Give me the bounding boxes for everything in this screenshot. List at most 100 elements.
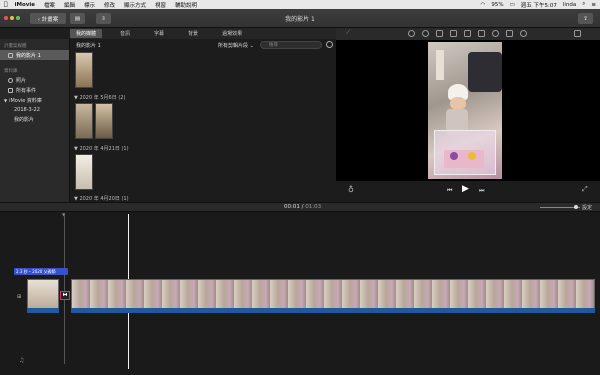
- transition-icon[interactable]: ⧓: [60, 291, 70, 300]
- tab-my-media[interactable]: 我的媒體: [70, 29, 103, 38]
- menu-window[interactable]: 視窗: [155, 1, 166, 9]
- library-tabs: 我的媒體 音訊 字幕 背景 過場效果: [70, 28, 336, 39]
- volume-icon[interactable]: [464, 30, 471, 37]
- sidebar-item-my-movie[interactable]: 我的影片: [0, 114, 69, 124]
- sidebar-section-project-media: 計畫案媒體: [4, 44, 27, 49]
- fullscreen-icon[interactable]: ⤢: [582, 185, 588, 194]
- media-thumbnail[interactable]: [75, 52, 93, 88]
- sidebar-item-label: 2018-3-22: [14, 106, 40, 113]
- sidebar-item-imovie-library[interactable]: ▼ iMovie 資料庫: [0, 95, 69, 105]
- menu-bar:  iMovie 檔案 編輯 標示 修改 顯示方式 視窗 輔助說明 ◠ 95% …: [0, 0, 600, 9]
- sidebar-item-all-events[interactable]: 所有事件: [0, 85, 69, 95]
- skimmer-line: [64, 214, 65, 364]
- menu-list-icon[interactable]: ≡: [591, 2, 596, 8]
- total-time: 01:03: [305, 204, 322, 210]
- sidebar-item-label: 我的影片: [14, 116, 35, 123]
- user-name[interactable]: linda: [563, 2, 576, 8]
- tab-backgrounds[interactable]: 背景: [182, 29, 204, 38]
- battery-percent[interactable]: 95%: [491, 2, 503, 8]
- wifi-icon[interactable]: ◠: [481, 2, 486, 8]
- sidebar-item-photos[interactable]: 照片: [0, 75, 69, 85]
- date-group-header[interactable]: ▼ 2020 年 5月6日 (2): [74, 94, 125, 101]
- music-note-icon: ♫: [19, 357, 25, 364]
- audio-waveform-first[interactable]: [27, 308, 59, 313]
- video-viewer[interactable]: [336, 40, 600, 181]
- clip-filter-icon[interactable]: [506, 30, 513, 37]
- skip-back-icon[interactable]: ⏮: [447, 187, 452, 195]
- disclosure-triangle-icon[interactable]: ▼: [4, 98, 7, 103]
- sidebar-item-label: iMovie 資料庫: [9, 97, 42, 104]
- skip-forward-icon[interactable]: ⏭: [479, 187, 484, 195]
- current-time: 00:01: [284, 204, 300, 210]
- menu-help[interactable]: 輔助說明: [175, 1, 197, 9]
- media-thumbnail[interactable]: [75, 103, 93, 139]
- zoom-slider-handle[interactable]: [574, 205, 578, 209]
- status-area: ◠ 95% ▭ 週五 下午5:07 linda ⌕ ≡: [475, 1, 596, 9]
- microphone-icon[interactable]: ♁: [348, 185, 354, 194]
- audio-waveform-main[interactable]: [71, 308, 595, 313]
- timecode: 00:01 / 01:03: [284, 204, 322, 210]
- search-icon[interactable]: ⌕: [582, 1, 585, 8]
- play-icon[interactable]: ▶: [462, 184, 469, 194]
- projects-back-button[interactable]: ‹ 計畫案: [30, 13, 66, 24]
- playback-controls: ♁ ⏮ ▶ ⏭ ⤢: [336, 181, 600, 202]
- search-input[interactable]: 搜尋: [260, 41, 322, 49]
- noise-reduction-icon[interactable]: [478, 30, 485, 37]
- toy-peg-purple: [450, 152, 458, 160]
- tab-titles[interactable]: 字幕: [148, 29, 170, 38]
- sidebar-item-project[interactable]: 我的影片 1: [0, 50, 69, 60]
- sofa: [468, 52, 502, 92]
- date-group-header[interactable]: ▼ 2020 年 4月21日 (1): [74, 145, 129, 152]
- sidebar-section-libraries: 資料庫: [4, 69, 18, 74]
- clip-filter-dropdown[interactable]: 所有剪輯片段 ⌄: [218, 42, 254, 49]
- skimmer-head-icon: ▼: [62, 212, 66, 217]
- timeline-header: 00:01 / 01:03 設定: [0, 202, 600, 212]
- film-icon: [8, 52, 13, 58]
- info-icon[interactable]: [520, 30, 527, 37]
- share-button[interactable]: ⇪: [578, 13, 593, 24]
- minimize-window-icon[interactable]: [10, 16, 14, 20]
- video-frame: [428, 42, 502, 179]
- stabilization-icon[interactable]: [450, 30, 457, 37]
- clip-title-badge[interactable]: 2.3 秒 – 2020 父親節: [14, 268, 68, 275]
- menu-edit[interactable]: 編輯: [64, 1, 75, 9]
- media-browser: 我的影片 1 所有剪輯片段 ⌄ 搜尋 ▼ 2020 年 5月6日 (2) ▼ 2…: [70, 39, 336, 202]
- gear-icon[interactable]: [326, 41, 333, 48]
- zoom-window-icon[interactable]: [16, 16, 20, 20]
- speed-icon[interactable]: [492, 30, 499, 37]
- viewer-adjustment-bar: ⟋: [336, 28, 600, 40]
- date-group-header[interactable]: ▼ 2020 年 4月20日 (1): [74, 195, 129, 202]
- color-correction-icon[interactable]: [422, 30, 429, 37]
- tab-audio[interactable]: 音訊: [114, 29, 136, 38]
- tab-transitions[interactable]: 過場效果: [216, 29, 248, 38]
- timeline[interactable]: ▼ 2.3 秒 – 2020 父親節 ⊞ ⧓ ♫: [0, 212, 600, 375]
- sidebar-item-label: 所有事件: [16, 87, 37, 94]
- media-thumbnail[interactable]: [75, 154, 93, 190]
- menu-file[interactable]: 檔案: [44, 1, 55, 9]
- library-list-toggle-button[interactable]: ▤: [70, 13, 85, 24]
- menu-mark[interactable]: 標示: [84, 1, 95, 9]
- reset-all-button[interactable]: [574, 30, 581, 37]
- apple-menu-icon[interactable]: : [4, 1, 8, 8]
- sidebar: 計畫案媒體 我的影片 1 資料庫 照片 所有事件 ▼ iMovie 資料庫 20…: [0, 39, 70, 202]
- menu-app-name[interactable]: iMovie: [15, 2, 35, 8]
- menu-view[interactable]: 顯示方式: [124, 1, 146, 9]
- sidebar-item-label: 我的影片 1: [16, 52, 41, 59]
- browser-title: 我的影片 1: [76, 42, 101, 49]
- window-title: 我的影片 1: [285, 16, 315, 23]
- toy-peg-yellow: [468, 152, 476, 160]
- magic-wand-icon[interactable]: ⟋: [346, 29, 353, 36]
- import-button[interactable]: ⇩: [96, 13, 111, 24]
- settings-button[interactable]: 設定: [582, 204, 592, 211]
- project-start-icon[interactable]: ⊞: [17, 294, 21, 300]
- sidebar-item-event-2018[interactable]: 2018-3-22: [0, 105, 69, 114]
- toolbar: ‹ 計畫案 ▤ ⇩ 我的影片 1 ⇪: [0, 9, 600, 28]
- color-balance-icon[interactable]: [408, 30, 415, 37]
- menu-modify[interactable]: 修改: [104, 1, 115, 9]
- battery-icon[interactable]: ▭: [510, 2, 515, 8]
- media-thumbnail[interactable]: [95, 103, 113, 139]
- photos-icon: [8, 77, 13, 83]
- close-window-icon[interactable]: [4, 16, 8, 20]
- crop-icon[interactable]: [436, 30, 443, 37]
- clock[interactable]: 週五 下午5:07: [521, 1, 557, 9]
